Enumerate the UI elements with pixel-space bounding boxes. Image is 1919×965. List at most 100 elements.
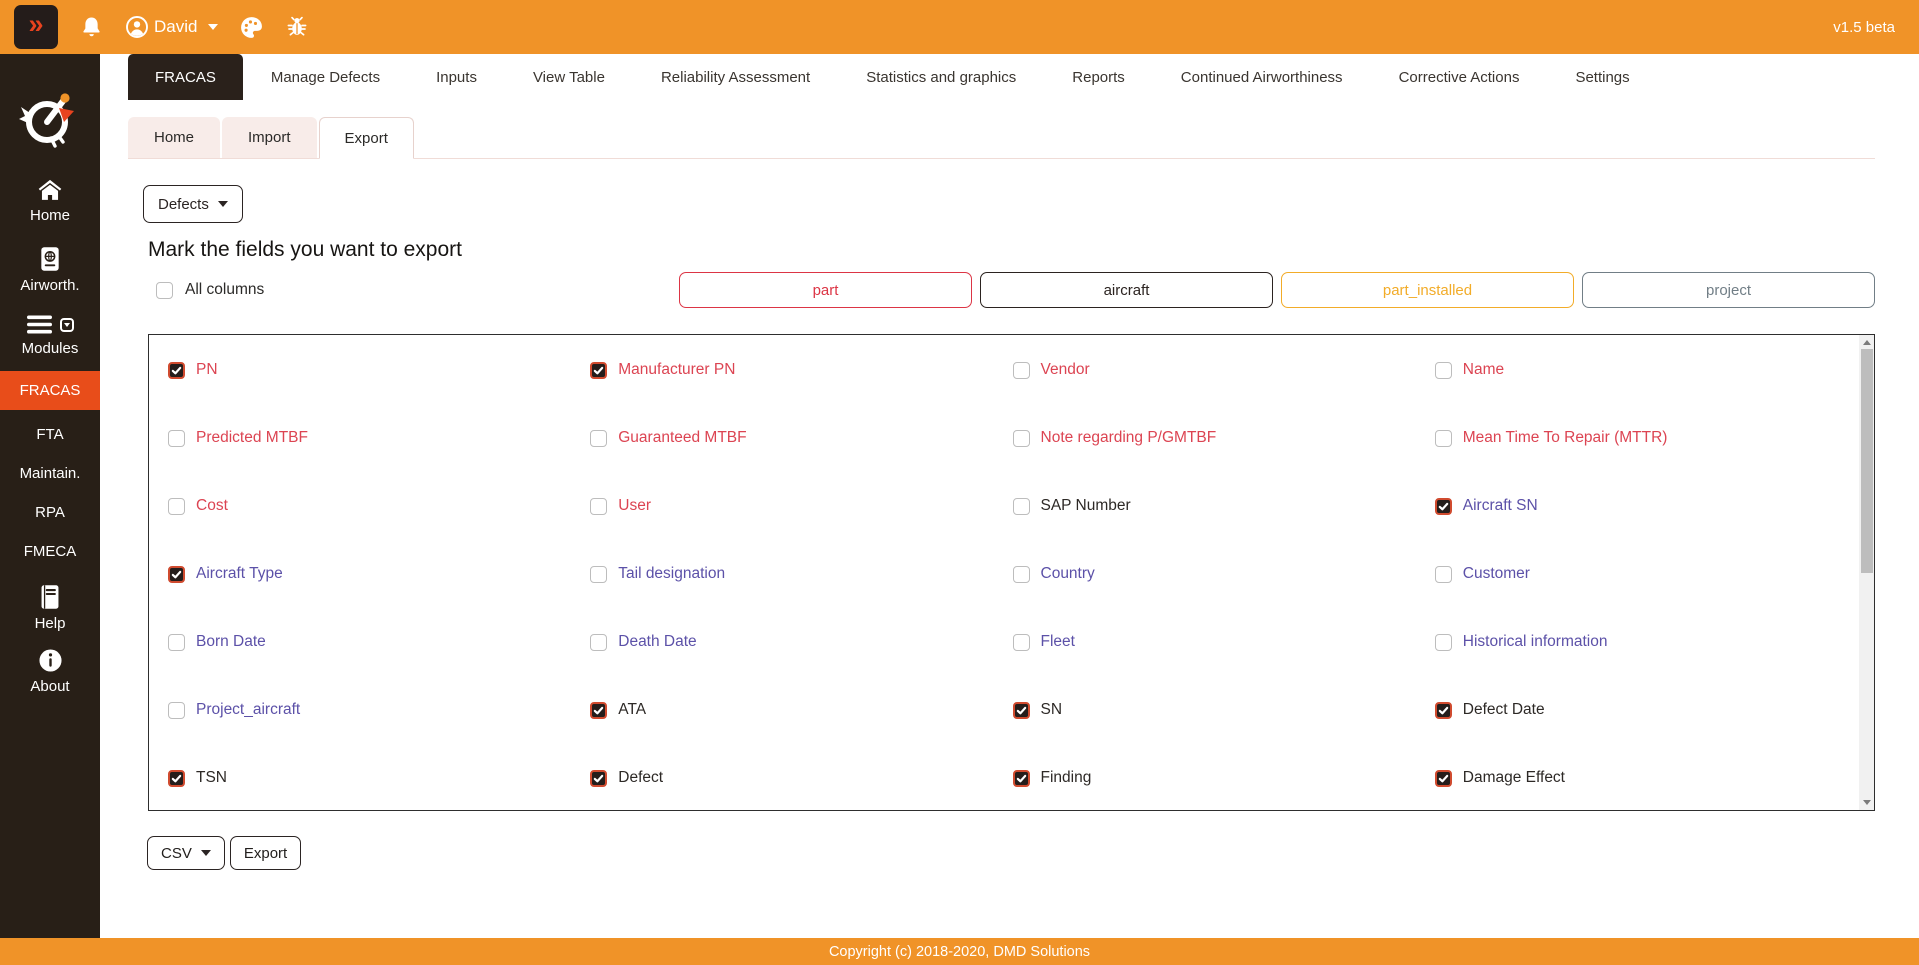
sidebar-item-about[interactable]: About — [0, 648, 100, 695]
field-item-mean-time-to-repair-mttr: Mean Time To Repair (MTTR) — [1435, 429, 1857, 447]
field-checkbox-predicted-mtbf[interactable] — [168, 430, 185, 447]
field-checkbox-sn[interactable] — [1013, 702, 1030, 719]
field-label: Finding — [1041, 769, 1092, 787]
field-checkbox-customer[interactable] — [1435, 566, 1452, 583]
field-checkbox-tail-designation[interactable] — [590, 566, 607, 583]
field-checkbox-finding[interactable] — [1013, 770, 1030, 787]
nav-tab-inputs[interactable]: Inputs — [436, 54, 477, 100]
chevron-down-icon — [201, 850, 211, 856]
sidebar-item-fta[interactable]: FTA — [0, 418, 100, 451]
passport-globe-icon — [38, 246, 62, 272]
field-item-ata: ATA — [590, 701, 1012, 719]
scrollbar-thumb[interactable] — [1861, 349, 1873, 573]
debug-bug-icon[interactable] — [285, 15, 309, 39]
field-label: Mean Time To Repair (MTTR) — [1463, 429, 1668, 447]
field-checkbox-mean-time-to-repair-mttr[interactable] — [1435, 430, 1452, 447]
field-item-sn: SN — [1013, 701, 1435, 719]
all-columns-control: All columns — [156, 281, 264, 299]
field-label: Name — [1463, 361, 1504, 379]
scroll-down-icon[interactable] — [1863, 800, 1871, 805]
category-button-aircraft[interactable]: aircraft — [980, 272, 1273, 308]
field-checkbox-born-date[interactable] — [168, 634, 185, 651]
user-menu[interactable]: David — [125, 15, 218, 39]
sidebar-item-fmeca[interactable]: FMECA — [0, 535, 100, 568]
app-window: » David v1.5 beta — [0, 0, 1919, 965]
field-checkbox-user[interactable] — [590, 498, 607, 515]
field-checkbox-country[interactable] — [1013, 566, 1030, 583]
field-label: TSN — [196, 769, 227, 787]
panel-scrollbar[interactable] — [1859, 335, 1874, 810]
nav-tab-continued-airworthiness[interactable]: Continued Airworthiness — [1181, 54, 1343, 100]
chevron-down-icon — [218, 201, 228, 207]
sidebar-item-rpa[interactable]: RPA — [0, 496, 100, 529]
export-button[interactable]: Export — [230, 836, 301, 870]
field-checkbox-aircraft-type[interactable] — [168, 566, 185, 583]
all-columns-label: All columns — [185, 281, 264, 299]
field-label: Note regarding P/GMTBF — [1041, 429, 1217, 447]
top-header: » David v1.5 beta — [0, 0, 1919, 54]
field-item-sap-number: SAP Number — [1013, 497, 1435, 515]
field-checkbox-defect-date[interactable] — [1435, 702, 1452, 719]
subnav-tab-import[interactable]: Import — [222, 117, 317, 158]
entity-dropdown-button[interactable]: Defects — [143, 185, 243, 223]
sidebar-collapse-button[interactable]: » — [14, 5, 58, 49]
format-dropdown-button[interactable]: CSV — [147, 836, 225, 870]
field-checkbox-vendor[interactable] — [1013, 362, 1030, 379]
sidebar-item-maintain[interactable]: Maintain. — [0, 457, 100, 490]
notifications-bell-icon[interactable] — [79, 15, 104, 40]
category-button-project[interactable]: project — [1582, 272, 1875, 308]
field-item-death-date: Death Date — [590, 633, 1012, 651]
sidebar-item-fracas[interactable]: FRACAS — [0, 371, 100, 410]
sidebar-item-home[interactable]: Home — [0, 179, 100, 224]
sidebar-item-label: Airworth. — [20, 277, 79, 294]
nav-tab-settings[interactable]: Settings — [1575, 54, 1629, 100]
field-label: Vendor — [1041, 361, 1090, 379]
nav-tab-reports[interactable]: Reports — [1072, 54, 1125, 100]
category-button-part[interactable]: part — [679, 272, 972, 308]
subnav-tab-home[interactable]: Home — [128, 117, 220, 158]
export-controls: All columns partaircraftpart_installedpr… — [148, 272, 1875, 308]
bottom-controls: CSV Export — [147, 836, 1919, 870]
scroll-up-icon[interactable] — [1863, 340, 1871, 345]
sidebar-item-label: About — [30, 678, 69, 695]
sidebar-item-label: Help — [35, 615, 66, 632]
nav-tab-statistics-and-graphics[interactable]: Statistics and graphics — [866, 54, 1016, 100]
field-checkbox-project-aircraft[interactable] — [168, 702, 185, 719]
field-checkbox-name[interactable] — [1435, 362, 1452, 379]
field-checkbox-fleet[interactable] — [1013, 634, 1030, 651]
nav-tab-fracas[interactable]: FRACAS — [128, 54, 243, 100]
field-label: Cost — [196, 497, 228, 515]
entity-dropdown-label: Defects — [158, 196, 209, 213]
field-checkbox-death-date[interactable] — [590, 634, 607, 651]
field-checkbox-historical-information[interactable] — [1435, 634, 1452, 651]
field-checkbox-ata[interactable] — [590, 702, 607, 719]
field-checkbox-note-regarding-p-gmtbf[interactable] — [1013, 430, 1030, 447]
field-checkbox-manufacturer-pn[interactable] — [590, 362, 607, 379]
field-checkbox-cost[interactable] — [168, 498, 185, 515]
field-checkbox-tsn[interactable] — [168, 770, 185, 787]
field-item-aircraft-sn: Aircraft SN — [1435, 497, 1857, 515]
all-columns-checkbox[interactable] — [156, 282, 173, 299]
category-button-part-installed[interactable]: part_installed — [1281, 272, 1574, 308]
field-checkbox-pn[interactable] — [168, 362, 185, 379]
nav-tab-corrective-actions[interactable]: Corrective Actions — [1399, 54, 1520, 100]
field-item-predicted-mtbf: Predicted MTBF — [168, 429, 590, 447]
field-item-country: Country — [1013, 565, 1435, 583]
sidebar-item-airworthiness[interactable]: Airworth. — [0, 246, 100, 294]
field-label: Death Date — [618, 633, 696, 651]
field-item-user: User — [590, 497, 1012, 515]
field-checkbox-aircraft-sn[interactable] — [1435, 498, 1452, 515]
field-checkbox-damage-effect[interactable] — [1435, 770, 1452, 787]
field-checkbox-guaranteed-mtbf[interactable] — [590, 430, 607, 447]
sidebar-item-modules[interactable]: Modules — [0, 314, 100, 357]
nav-tab-view-table[interactable]: View Table — [533, 54, 605, 100]
field-checkbox-defect[interactable] — [590, 770, 607, 787]
subnav-tab-export[interactable]: Export — [319, 117, 414, 159]
nav-tab-reliability-assessment[interactable]: Reliability Assessment — [661, 54, 810, 100]
fields-panel: PNManufacturer PNVendorNamePredicted MTB… — [148, 334, 1875, 811]
sidebar-item-help[interactable]: Help — [0, 584, 100, 632]
nav-tab-manage-defects[interactable]: Manage Defects — [271, 54, 380, 100]
field-label: Aircraft Type — [196, 565, 283, 583]
theme-palette-icon[interactable] — [239, 15, 264, 40]
field-checkbox-sap-number[interactable] — [1013, 498, 1030, 515]
